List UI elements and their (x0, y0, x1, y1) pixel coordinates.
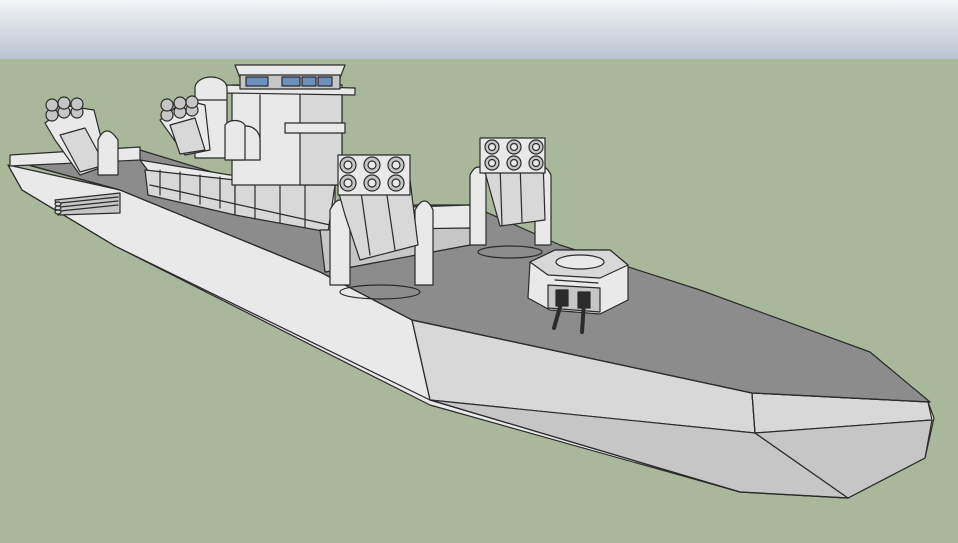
3d-viewport[interactable] (0, 0, 958, 543)
ship-model-scene[interactable] (0, 0, 958, 543)
sky (0, 0, 958, 60)
